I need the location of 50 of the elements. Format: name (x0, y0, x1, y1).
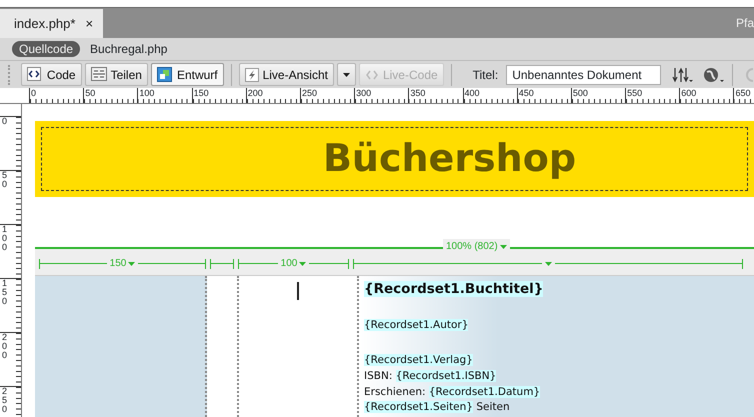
data-binding-field: {Recordset1.ISBN} (396, 370, 496, 382)
ruler-number: 150 (2, 279, 8, 306)
data-binding-field: {Recordset1.Autor} (364, 319, 468, 332)
column-width-marker[interactable] (353, 259, 743, 269)
title-field[interactable]: Unbenanntes Dokument (506, 64, 662, 84)
ruler-number: 200 (246, 88, 300, 103)
label-text: ISBN: (364, 370, 394, 382)
view-button[interactable]: Code (20, 63, 82, 86)
dropdown-button[interactable] (336, 63, 356, 86)
related-file-link[interactable]: Quellcode (12, 41, 80, 57)
related-file-link[interactable]: Buchregal.php (90, 40, 168, 58)
ruler-number: 450 (516, 88, 571, 103)
caret-icon (128, 262, 136, 266)
text-cursor (297, 282, 299, 300)
ruler-number: 0 (2, 117, 8, 126)
ruler-number: 400 (462, 88, 517, 103)
ruler-number: 650 (733, 88, 754, 103)
banner-heading: Büchershop (322, 136, 576, 182)
view-button[interactable]: Entwurf (150, 63, 224, 86)
caret-icon (342, 72, 350, 76)
caret-icon (299, 262, 306, 266)
lightning-icon (244, 68, 259, 82)
ruler-number: 100 (2, 225, 8, 252)
live-code-icon (364, 68, 379, 82)
label-text: Seiten (475, 401, 510, 414)
ruler-number: 150 (192, 88, 246, 103)
design-view-icon (156, 67, 173, 82)
ruler-number: 50 (2, 171, 8, 189)
ruler-number: 200 (2, 333, 8, 360)
label-text: Erschienen: (364, 386, 427, 398)
live-view-button[interactable]: Live-Ansicht (238, 63, 334, 86)
ruler-number: 250 (2, 387, 8, 414)
split-view-icon (90, 67, 107, 82)
column-width-marker[interactable] (210, 259, 234, 269)
data-binding-field: {Recordset1.Seiten} (364, 401, 473, 414)
document-tab[interactable]: index.php* × (0, 9, 104, 38)
ruler-number: 600 (679, 88, 734, 103)
arrows-icon (672, 66, 694, 82)
path-label: Pfa (736, 15, 754, 32)
ruler-number: 550 (625, 88, 680, 103)
ruler-number: 300 (354, 88, 408, 103)
caret-icon (544, 262, 552, 266)
close-button[interactable]: × (85, 14, 94, 34)
data-binding-field: {Recordset1.Verlag} (364, 354, 473, 366)
data-binding-field: {Recordset1.Buchtitel} (364, 281, 544, 297)
ruler-number: 50 (83, 88, 138, 103)
view-button[interactable]: Teilen (84, 63, 148, 86)
data-binding-field: {Recordset1.Datum} (428, 386, 540, 398)
code-icon (26, 67, 43, 82)
title-label: Titel: (472, 66, 498, 84)
